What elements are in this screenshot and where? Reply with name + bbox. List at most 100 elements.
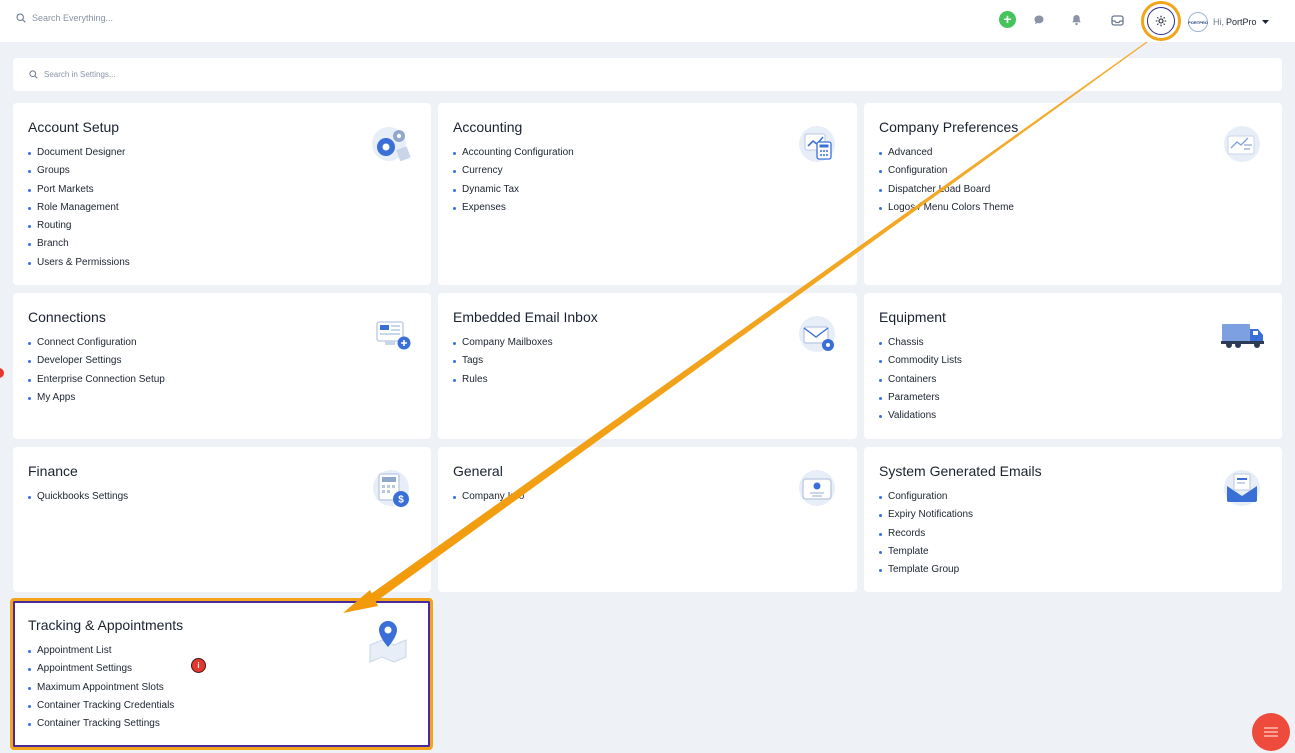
card-tracking-appointments: Tracking & Appointments Appointment List… [10,598,433,750]
card-title: Accounting [453,119,523,135]
settings-link[interactable]: Template Group [879,561,1267,579]
card-equipment: Equipment Chassis Commodity Lists Containe… [864,293,1282,439]
settings-link[interactable]: Chassis [879,334,1267,352]
card-links: Quickbooks Settings [28,488,416,506]
top-bar: Search Everything... + PORTPRO Hi, PortP… [0,0,1295,42]
settings-link[interactable]: Container Tracking Settings [28,715,415,733]
help-fab-button[interactable] [1252,713,1290,751]
card-accounting: Accounting Accounting Configuration Curre… [438,103,857,285]
settings-link[interactable]: Containers [879,371,1267,389]
add-button[interactable]: + [999,11,1016,28]
monitor-add-icon [376,321,411,350]
settings-link[interactable]: Branch [28,235,416,253]
settings-link[interactable]: Developer Settings [28,352,416,370]
card-title: Embedded Email Inbox [453,309,598,325]
settings-link[interactable]: Enterprise Connection Setup [28,371,416,389]
id-card-icon [799,470,835,506]
settings-link[interactable]: My Apps [28,389,416,407]
card-finance: Finance Quickbooks Settings $ [13,447,431,592]
card-connections: Connections Connect Configuration Develop… [13,293,431,439]
inbox-icon[interactable] [1108,11,1126,29]
settings-link[interactable]: Logos / Menu Colors Theme [879,199,1267,217]
settings-link[interactable]: Maximum Appointment Slots [28,679,415,697]
card-links: Advanced Configuration Dispatcher Load Boa… [879,144,1267,217]
settings-button[interactable] [1141,1,1181,41]
card-system-generated-emails: System Generated Emails Configuration Exp… [864,447,1282,592]
map-pin-icon [369,621,407,663]
chat-icon[interactable] [1030,11,1048,29]
card-links: Company Mailboxes Tags Rules [453,334,842,389]
card-links: Appointment List Appointment Settings Maxi… [28,642,415,733]
envelope-letter-icon [1224,470,1260,506]
card-embedded-email-inbox: Embedded Email Inbox Company Mailboxes Ta… [438,293,857,439]
bell-icon[interactable] [1067,11,1085,29]
svg-text:$: $ [398,495,404,506]
card-company-preferences: Company Preferences Advanced Configuratio… [864,103,1282,285]
settings-link[interactable]: Rules [453,371,842,389]
user-name: PortPro [1226,17,1257,27]
card-title: System Generated Emails [879,463,1042,479]
card-title: Account Setup [28,119,120,135]
settings-link[interactable]: Routing [28,217,416,235]
settings-link[interactable]: Expenses [453,199,842,217]
settings-link[interactable]: Users & Permissions [28,254,416,272]
menu-icon [1264,727,1278,737]
card-general: General Company Info [438,447,857,592]
settings-link[interactable]: Configuration [879,162,1267,180]
settings-link[interactable]: Dispatcher Load Board [879,181,1267,199]
card-title: Tracking & Appointments [28,617,184,633]
gear-icon [1155,15,1167,27]
settings-link[interactable]: Records [879,525,1267,543]
settings-link[interactable]: Company Info [453,488,842,506]
settings-link[interactable]: Company Mailboxes [453,334,842,352]
settings-link[interactable]: Connect Configuration [28,334,416,352]
settings-link[interactable]: Commodity Lists [879,352,1267,370]
card-links: Accounting Configuration Currency Dynamic … [453,144,842,217]
settings-link[interactable]: Validations [879,407,1267,425]
card-title: General [453,463,503,479]
settings-link[interactable]: Appointment Settings [28,660,415,678]
card-links: Document Designer Groups Port Markets Role … [28,144,416,272]
card-links: Connect Configuration Developer Settings E… [28,334,416,407]
settings-link[interactable]: Role Management [28,199,416,217]
settings-search-input[interactable]: Search in Settings... [13,58,1282,91]
settings-link[interactable]: Document Designer [28,144,416,162]
settings-link[interactable]: Container Tracking Credentials [28,697,415,715]
settings-link[interactable]: Parameters [879,389,1267,407]
caret-down-icon [1261,19,1269,24]
info-badge: i [191,658,206,673]
company-logo: PORTPRO [1188,12,1208,32]
user-menu[interactable]: PORTPRO Hi, PortPro [1188,12,1269,32]
global-search-placeholder: Search Everything... [32,13,114,23]
truck-icon [1221,324,1264,348]
gears-icon [372,127,411,161]
card-title: Equipment [879,309,946,325]
card-links: Chassis Commodity Lists Containers Paramete… [879,334,1267,425]
card-title: Company Preferences [879,119,1019,135]
settings-link[interactable]: Tags [453,352,842,370]
settings-link[interactable]: Accounting Configuration [453,144,842,162]
settings-link[interactable]: Template [879,543,1267,561]
calculator-chart-icon [799,126,835,162]
email-settings-icon [799,316,835,352]
card-title: Finance [28,463,78,479]
settings-link[interactable]: Currency [453,162,842,180]
user-greeting: Hi, [1213,17,1224,27]
settings-link[interactable]: Appointment List [28,642,415,660]
card-links: Configuration Expiry Notifications Records… [879,488,1267,579]
card-account-setup: Account Setup Document Designer Groups Por… [13,103,431,285]
settings-link[interactable]: Expiry Notifications [879,506,1267,524]
settings-link[interactable]: Advanced [879,144,1267,162]
settings-link[interactable]: Dynamic Tax [453,181,842,199]
indicator-dot [0,368,4,378]
settings-link[interactable]: Configuration [879,488,1267,506]
card-links: Company Info [453,488,842,506]
settings-link[interactable]: Quickbooks Settings [28,488,416,506]
dashboard-window-icon [1224,126,1260,162]
search-icon [16,13,26,23]
search-icon [29,70,38,79]
settings-link[interactable]: Groups [28,162,416,180]
global-search[interactable]: Search Everything... [16,13,113,23]
settings-link[interactable]: Port Markets [28,181,416,199]
calculator-dollar-icon: $ [373,470,409,507]
